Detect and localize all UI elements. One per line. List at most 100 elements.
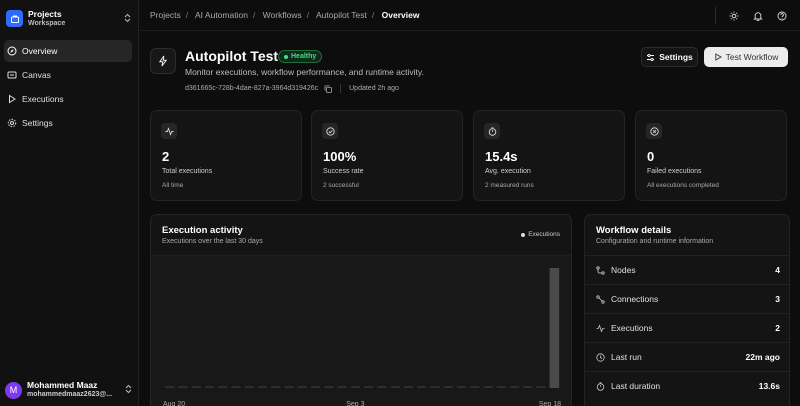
theme-toggle-icon[interactable] <box>726 8 742 24</box>
detail-value: 22m ago <box>745 352 781 362</box>
breadcrumb-separator: / <box>252 10 256 20</box>
chart-bar-aug-28 <box>271 386 281 388</box>
stat-subtext: 2 measured runs <box>485 182 534 189</box>
legend-label: Executions <box>528 231 560 238</box>
chevron-up-down-icon <box>125 384 132 396</box>
workspace-switcher[interactable]: Projects Workspace <box>6 7 132 30</box>
bell-icon[interactable] <box>750 8 766 24</box>
chart-bar-aug-26 <box>244 386 255 388</box>
activity-icon <box>161 123 177 139</box>
activity-title: Execution activity <box>162 225 243 236</box>
stat-value: 100% <box>323 149 357 164</box>
lightning-icon <box>150 48 176 74</box>
detail-value: 3 <box>775 294 780 304</box>
chart-bar-sep-2 <box>337 386 347 388</box>
sliders-icon <box>647 53 655 61</box>
breadcrumb: Projects / AI Automation / Workflows / Auto… <box>150 10 419 20</box>
stat-card-avg-execution: 15.4s Avg. execution 2 measured runs <box>473 110 625 201</box>
check-circle-icon <box>322 123 338 139</box>
sidebar-item-canvas[interactable]: Canvas <box>4 64 132 86</box>
breadcrumb-separator: / <box>306 10 310 20</box>
copy-icon[interactable] <box>324 85 333 93</box>
topbar: Projects / AI Automation / Workflows / Auto… <box>140 0 800 31</box>
chart-bar-sep-5 <box>377 386 387 388</box>
detail-label: Last duration <box>611 381 661 391</box>
workspace-text: Projects Workspace <box>28 9 124 29</box>
chart-bar-aug-20 <box>164 386 175 388</box>
breadcrumb-ai-automation[interactable]: AI Automation <box>195 10 248 20</box>
workspace-sub: Workspace <box>28 19 66 27</box>
detail-value: 13.6s <box>758 381 780 391</box>
stat-value: 0 <box>647 149 655 164</box>
chart-legend: Executions <box>521 231 560 238</box>
details-title: Workflow details <box>596 225 672 236</box>
detail-label: Nodes <box>611 265 636 275</box>
chart-bar-aug-23 <box>204 386 215 388</box>
sidebar-item-label: Canvas <box>22 70 51 80</box>
stat-value: 15.4s <box>485 149 518 164</box>
stat-label: Failed executions <box>647 168 702 175</box>
breadcrumb-separator: / <box>371 10 375 20</box>
sidebar-item-settings[interactable]: Settings <box>4 112 132 134</box>
test-workflow-button[interactable]: Test Workflow <box>704 47 788 67</box>
x-tick-label: Aug 20 <box>163 401 185 406</box>
breadcrumb-workflows[interactable]: Workflows <box>263 10 302 20</box>
workflow-header: Autopilot Test Healthy Monitor execution… <box>150 46 790 96</box>
chart-bar-sep-13 <box>483 386 493 388</box>
stat-subtext: All time <box>162 182 184 189</box>
page-title: Autopilot Test <box>185 48 279 64</box>
sidebar-item-label: Executions <box>22 94 64 104</box>
chart-bar-sep-3 <box>350 386 361 388</box>
chart-bar-sep-8 <box>416 386 427 388</box>
chart-bar-sep-1 <box>324 386 334 388</box>
chevron-up-down-icon <box>124 13 132 25</box>
stat-value: 2 <box>162 149 170 164</box>
sidebar-item-overview[interactable]: Overview <box>4 40 132 62</box>
chart-bar-sep-18 <box>549 268 560 388</box>
timer-icon <box>484 123 500 139</box>
x-circle-icon <box>646 123 662 139</box>
chart-bar-sep-15 <box>509 386 520 388</box>
chart-bar-aug-24 <box>217 386 228 388</box>
chart-bar-sep-11 <box>456 386 467 388</box>
stat-label: Avg. execution <box>485 168 531 175</box>
breadcrumb-separator: / <box>185 10 189 20</box>
detail-value: 2 <box>775 323 780 333</box>
details-list: Nodes 4 Connections 3 Executions 2 Last … <box>585 255 789 400</box>
detail-label: Executions <box>611 323 653 333</box>
workspace-logo-icon <box>6 10 23 27</box>
user-menu[interactable]: M Mohammed Maaz mohammedmaaz2623@... <box>5 379 132 401</box>
timer-icon <box>596 381 605 391</box>
stat-label: Success rate <box>323 168 364 175</box>
updated-time: Updated 2h ago <box>349 85 399 92</box>
detail-row-last-run: Last run 22m ago <box>585 342 789 371</box>
execution-activity-card: Execution activity Executions over the l… <box>150 214 572 406</box>
stat-subtext: All executions completed <box>647 182 719 189</box>
sidebar-item-executions[interactable]: Executions <box>4 88 132 110</box>
user-text: Mohammed Maaz mohammedmaaz2623@... <box>27 380 125 400</box>
breadcrumb-projects[interactable]: Projects <box>150 10 181 20</box>
topbar-actions <box>718 8 790 24</box>
x-tick-label: Sep 3 <box>346 401 364 406</box>
x-tick-label: Sep 18 <box>539 401 561 406</box>
chart-bar-aug-21 <box>178 386 188 388</box>
play-icon <box>9 94 16 104</box>
chart-plot-area: Aug 20 Sep 3 Sep 18 <box>151 255 571 406</box>
workflow-id: d361665c-728b-4dae-827a-3964d319426c <box>185 85 319 92</box>
detail-label: Connections <box>611 294 659 304</box>
page-subtitle: Monitor executions, workflow performance… <box>185 67 424 77</box>
chart-bar-aug-31 <box>310 386 321 388</box>
status-badge-label: Healthy <box>291 53 317 60</box>
settings-button[interactable]: Settings <box>641 47 698 67</box>
detail-row-executions: Executions 2 <box>585 313 789 342</box>
help-icon[interactable] <box>774 8 790 24</box>
settings-button-label: Settings <box>659 52 693 62</box>
clock-icon <box>596 352 605 362</box>
detail-label: Last run <box>611 352 642 362</box>
detail-value: 4 <box>775 265 780 275</box>
chart-bar-sep-16 <box>523 386 533 388</box>
sidebar-nav: Overview Canvas Executions Settings <box>4 40 132 136</box>
workflow-meta: d361665c-728b-4dae-827a-3964d319426c Upd… <box>185 84 399 93</box>
stat-card-failed-executions: 0 Failed executions All executions compl… <box>635 110 787 201</box>
breadcrumb-autopilot-test[interactable]: Autopilot Test <box>316 10 367 20</box>
